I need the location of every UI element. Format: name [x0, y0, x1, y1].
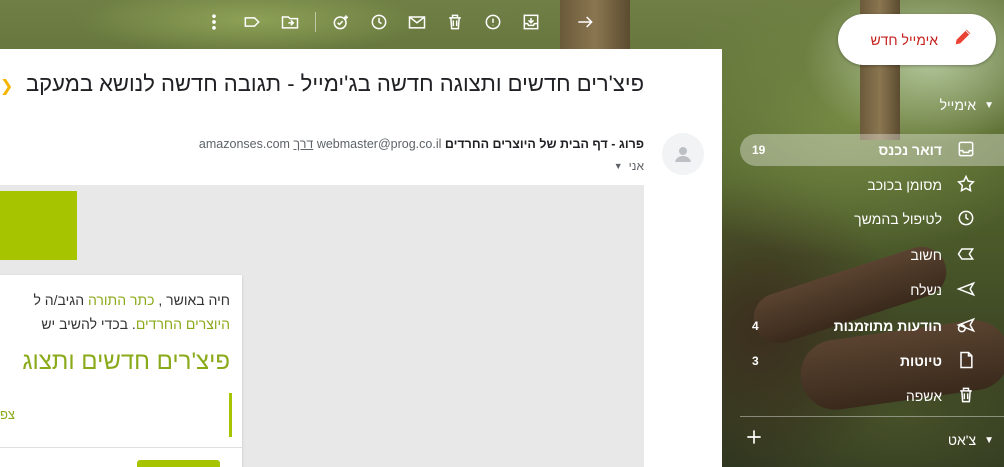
delete-icon[interactable]: [436, 6, 474, 38]
move-to-inbox-icon[interactable]: [512, 6, 550, 38]
more-options-icon[interactable]: [195, 6, 233, 38]
star-icon: [956, 174, 976, 197]
chevron-down-icon: ▼: [613, 161, 623, 171]
inbox-count: 19: [752, 143, 766, 157]
mail-section-header[interactable]: אימייל ▼: [880, 93, 1000, 117]
sidebar-item-label: דואר נכנס: [878, 142, 942, 158]
view-reply-button[interactable]: [137, 460, 220, 467]
chevron-down-icon: ▼: [984, 99, 994, 111]
labels-icon[interactable]: [233, 6, 271, 38]
email-view: ❯ פיצ'רים חדשים ותצוגה חדשה בג'ימייל - ת…: [0, 49, 722, 467]
sender-email: webmaster@prog.co.il: [316, 137, 442, 151]
quote-bar: [229, 393, 232, 437]
send-icon: [956, 279, 976, 302]
chat-section-label: צ'אט: [947, 432, 977, 448]
sidebar-item-snoozed[interactable]: לטיפול בהמשך: [740, 202, 1004, 236]
sender-name[interactable]: פרוג - דף הבית של היוצרים החרדים: [445, 137, 644, 151]
scheduled-count: 4: [752, 319, 759, 333]
quote-snippet: צפ: [0, 407, 16, 422]
email-header-banner: [0, 191, 77, 260]
chevron-down-icon: ▼: [984, 434, 994, 446]
email-toolbar: [195, 6, 604, 38]
important-marker-icon[interactable]: ❯: [0, 76, 13, 96]
sidebar-item-important[interactable]: חשוב: [740, 238, 1004, 272]
sidebar-item-label: הודעות מתוזמנות: [833, 318, 942, 334]
email-subject: פיצ'רים חדשים ותצוגה חדשה בג'ימייל - תגו…: [25, 71, 644, 96]
body-text-1a: חיה באושר ,: [158, 292, 230, 308]
sidebar-item-label: טיוטות: [900, 353, 942, 369]
snooze-icon[interactable]: [360, 6, 398, 38]
mark-unread-icon[interactable]: [398, 6, 436, 38]
clock-icon: [956, 208, 976, 231]
sidebar-item-drafts[interactable]: 3 טיוטות: [740, 344, 1004, 378]
body-link-2[interactable]: היוצרים החרדים: [136, 316, 230, 332]
new-chat-plus-icon[interactable]: [744, 427, 764, 447]
mail-section-label: אימייל: [939, 97, 977, 113]
add-task-icon[interactable]: [322, 6, 360, 38]
toolbar-divider: [315, 12, 316, 32]
recipient-line[interactable]: אני ▼: [614, 159, 644, 173]
thread-title[interactable]: פיצ'רים חדשים ותצוג: [22, 348, 230, 376]
important-icon: [956, 244, 976, 267]
sidebar-item-trash[interactable]: אשפה: [740, 379, 1004, 413]
sidebar-item-scheduled[interactable]: 4 הודעות מתוזמנות: [740, 309, 1004, 343]
sidebar-item-starred[interactable]: מסומן בכוכב: [740, 168, 1004, 202]
sidebar-item-label: נשלח: [910, 282, 942, 298]
recipient-label: אני: [628, 159, 644, 173]
inbox-icon: [956, 139, 976, 162]
body-text-1b: הגיב/ה ל: [33, 292, 88, 308]
draft-icon: [956, 350, 976, 373]
sidebar-item-sent[interactable]: נשלח: [740, 273, 1004, 307]
compose-button[interactable]: אימייל חדש: [838, 14, 996, 65]
pencil-icon: [952, 26, 974, 53]
scheduled-icon: [956, 315, 976, 338]
body-text-2b: . בכדי להשיב יש: [41, 316, 136, 332]
sidebar-item-label: לטיפול בהמשך: [854, 211, 942, 227]
sidebar-item-label: מסומן בכוכב: [867, 177, 942, 193]
compose-label: אימייל חדש: [870, 31, 938, 48]
drafts-count: 3: [752, 354, 759, 368]
sender-avatar: [662, 133, 704, 175]
email-content-card: חיה באושר , כתר התורה הגיב/ה ל היוצרים ה…: [0, 275, 242, 467]
sidebar-divider: [740, 416, 1004, 417]
trash-icon: [956, 385, 976, 408]
notification-text: חיה באושר , כתר התורה הגיב/ה ל היוצרים ה…: [0, 288, 230, 336]
body-link-1[interactable]: כתר התורה: [88, 292, 155, 308]
sidebar-item-label: חשוב: [910, 247, 942, 263]
card-divider: [0, 447, 242, 448]
via-link[interactable]: דרך: [293, 137, 313, 151]
sender-line: פרוג - דף הבית של היוצרים החרדים webmast…: [199, 137, 644, 151]
move-to-icon[interactable]: [271, 6, 309, 38]
sidebar-item-label: אשפה: [905, 388, 942, 404]
via-domain: amazonses.com: [198, 137, 290, 151]
back-arrow-icon[interactable]: [566, 6, 604, 38]
sidebar-item-inbox[interactable]: 19 דואר נכנס: [740, 134, 1004, 166]
report-spam-icon[interactable]: [474, 6, 512, 38]
chat-section-header[interactable]: צ'אט ▼: [880, 428, 1000, 452]
